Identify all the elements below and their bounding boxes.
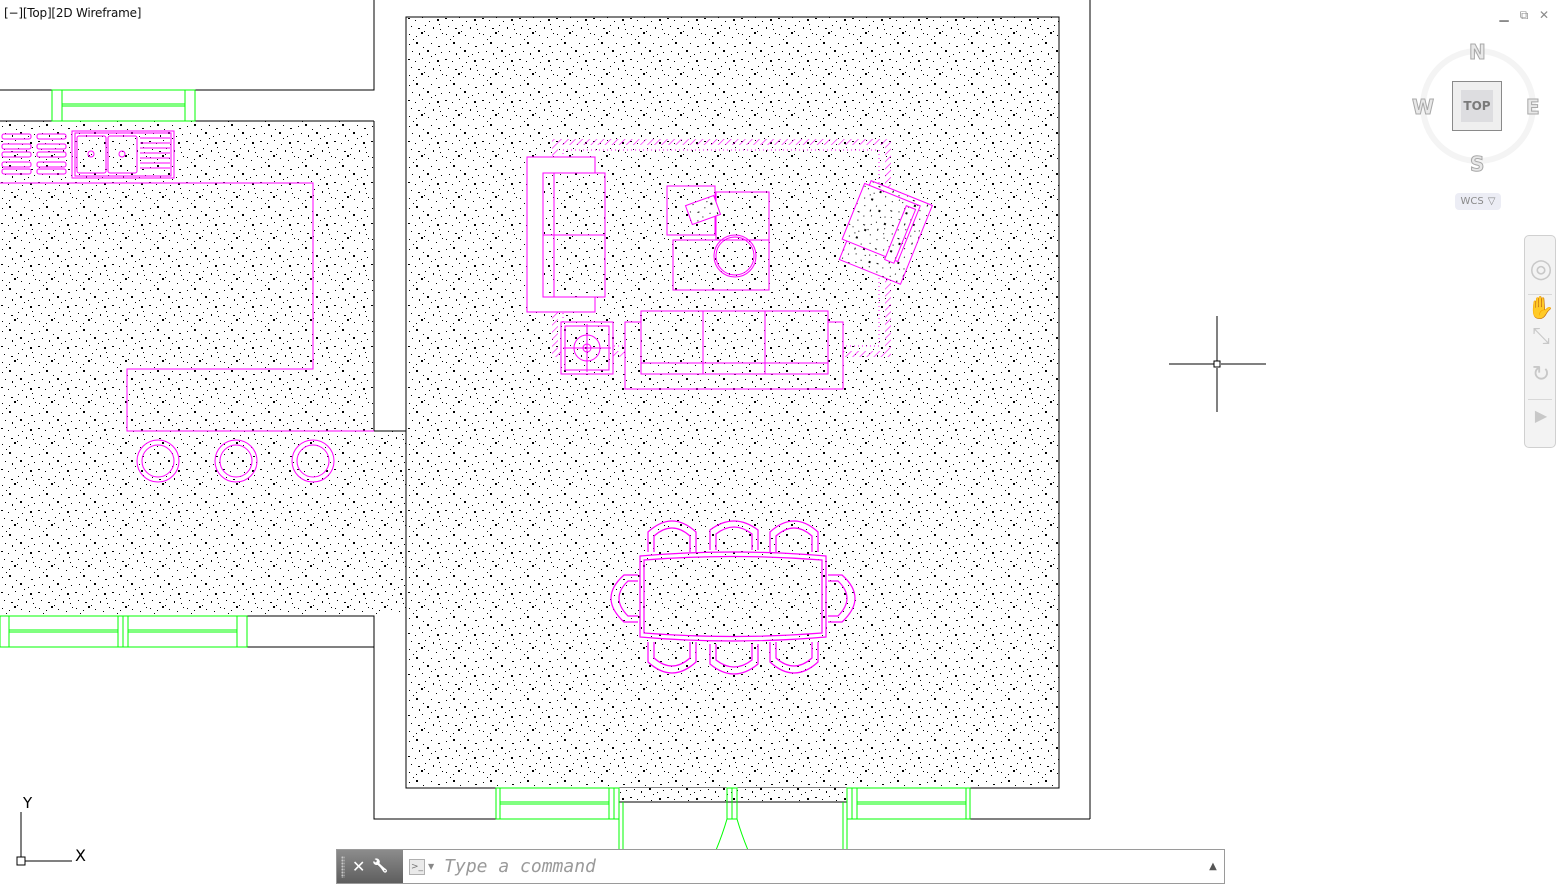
ucs-menu-button[interactable]: WCS ▽ [1455, 193, 1501, 210]
wall-line [0, 89, 53, 121]
sofa-left [526, 156, 606, 313]
command-line-toolbar: ✕ 🔧 [337, 850, 403, 883]
kitchen-connector-hatch [374, 431, 406, 616]
command-input[interactable] [442, 855, 1202, 878]
living-floor-hatch [405, 16, 1060, 789]
side-table-lamp [560, 321, 614, 375]
compass-south[interactable]: S [1469, 152, 1484, 177]
window-kitchen-bottom [0, 615, 248, 648]
ucs-x-label: X [75, 846, 86, 865]
caret-down-icon[interactable]: ▼ [428, 862, 434, 871]
compass-north[interactable]: N [1469, 40, 1487, 65]
chevron-down-icon: ▽ [1487, 196, 1496, 207]
showmotion-icon[interactable]: ▶ [1529, 406, 1553, 425]
close-icon[interactable]: ✕ [1537, 8, 1551, 22]
pan-hand-icon[interactable]: ✋ [1527, 296, 1554, 321]
sofa-bottom [624, 310, 844, 390]
compass-west[interactable]: W [1411, 95, 1434, 120]
minimize-icon[interactable]: ▁ [1497, 8, 1511, 22]
orbit-icon[interactable]: ↻ [1529, 362, 1553, 387]
entry-hatch [619, 788, 847, 802]
navigation-bar: ◎ ✋ ⤡ ↻ ▶ [1524, 235, 1556, 448]
living-room [405, 0, 1091, 884]
command-history-toggle[interactable]: ▲ [1202, 850, 1224, 883]
close-command-line-icon[interactable]: ✕ [352, 857, 365, 876]
drag-handle[interactable] [341, 855, 345, 878]
restore-icon[interactable]: ⧉ [1517, 8, 1531, 22]
model-space-canvas[interactable]: Y X [0, 0, 1561, 884]
command-input-area: >_ ▼ [403, 850, 1202, 883]
viewport-controls-label[interactable]: [−][Top][2D Wireframe] [4, 6, 141, 20]
compass-east[interactable]: E [1526, 95, 1541, 120]
steering-wheel-icon[interactable]: ◎ [1529, 254, 1553, 284]
viewcube[interactable]: N S E W TOP [1411, 40, 1541, 180]
customize-wrench-icon[interactable]: 🔧 [372, 859, 388, 874]
viewport-window-controls: ▁ ⧉ ✕ [1497, 8, 1551, 23]
ucs-icon [16, 812, 72, 866]
viewcube-top-face[interactable]: TOP [1452, 81, 1502, 131]
wall-line [373, 121, 406, 432]
wall-line [194, 0, 375, 121]
crosshair-cursor [1169, 316, 1266, 412]
recent-commands-icon[interactable]: >_ [409, 858, 425, 875]
command-line: ✕ 🔧 >_ ▼ ▲ [336, 849, 1225, 884]
ucs-y-label: Y [22, 794, 33, 812]
zoom-extents-icon[interactable]: ⤡ [1529, 324, 1553, 349]
viewcube-face-label: TOP [1461, 90, 1493, 122]
window-kitchen-top [51, 89, 196, 122]
ucs-label: WCS [1460, 196, 1484, 207]
